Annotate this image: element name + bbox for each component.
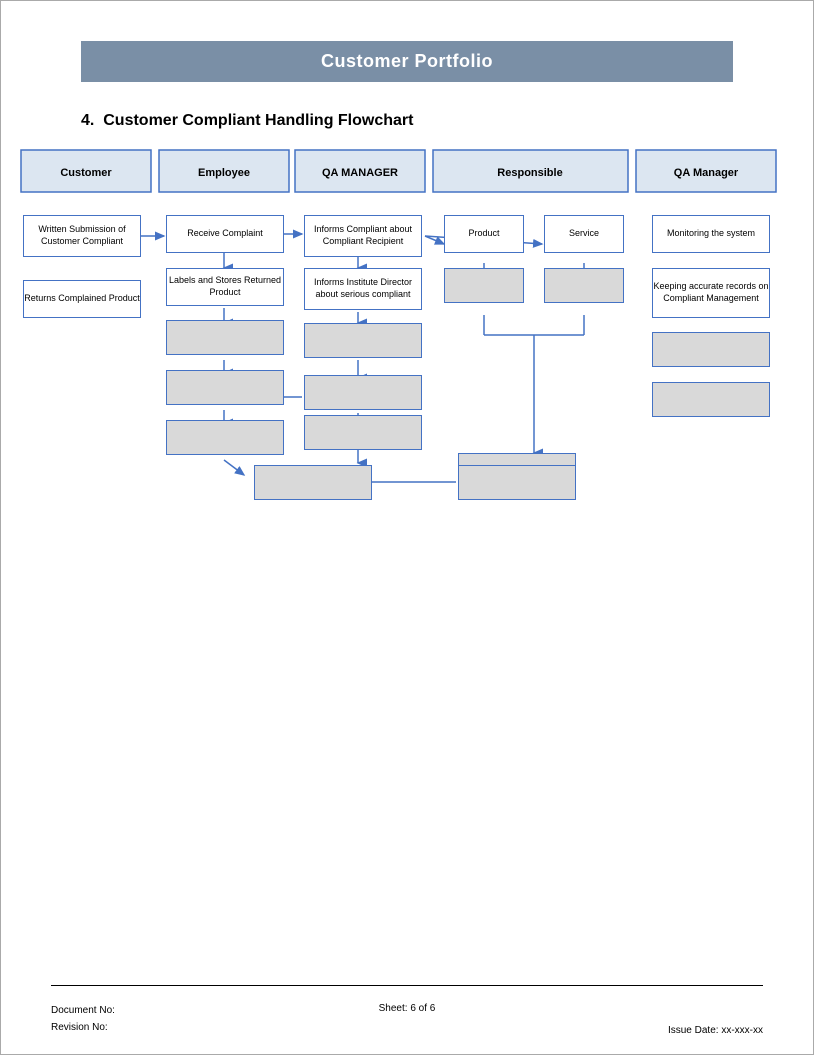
qa-blurred-2	[304, 375, 422, 410]
resp-blurred-1	[444, 268, 524, 303]
monitoring-box: Monitoring the system	[652, 215, 770, 253]
qa2-blurred-1	[652, 332, 770, 367]
keeping-accurate-box: Keeping accurate records on Compliant Ma…	[652, 268, 770, 318]
section-title: 4. Customer Compliant Handling Flowchart	[81, 112, 813, 130]
svg-text:QA MANAGER: QA MANAGER	[322, 167, 398, 179]
flowchart-area: Customer Employee QA MANAGER Responsible…	[1, 150, 813, 530]
product-box: Product	[444, 215, 524, 253]
employee-blurred-1	[166, 320, 284, 355]
resp-blurred-2	[544, 268, 624, 303]
qa-blurred-1	[304, 323, 422, 358]
footer-line	[51, 985, 763, 986]
svg-text:Employee: Employee	[198, 167, 250, 179]
returns-complained-box: Returns Complained Product	[23, 280, 141, 318]
informs-institute-box: Informs Institute Director about serious…	[304, 268, 422, 310]
svg-text:Customer: Customer	[60, 167, 112, 179]
informs-compliant-box: Informs Compliant about Compliant Recipi…	[304, 215, 422, 257]
bottom-left-blurred	[254, 465, 372, 500]
written-submission-box: Written Submission of Customer Compliant	[23, 215, 141, 257]
page-title: Customer Portfolio	[81, 41, 733, 82]
employee-blurred-3	[166, 420, 284, 455]
footer-center: Sheet: 6 of 6	[379, 1003, 436, 1014]
bottom-right-blurred	[458, 465, 576, 500]
svg-text:QA Manager: QA Manager	[674, 167, 739, 179]
labels-stores-box: Labels and Stores Returned Product	[166, 268, 284, 306]
employee-blurred-2	[166, 370, 284, 405]
footer-right: Issue Date: xx-xxx-xx	[668, 1025, 763, 1036]
page: Customer Portfolio 4. Customer Compliant…	[0, 0, 814, 1055]
receive-complaint-box: Receive Complaint	[166, 215, 284, 253]
qa2-blurred-2	[652, 382, 770, 417]
svg-text:Responsible: Responsible	[497, 167, 562, 179]
qa-blurred-bottom	[304, 415, 422, 450]
footer-left: Document No: Revision No:	[51, 1002, 115, 1036]
service-box: Service	[544, 215, 624, 253]
